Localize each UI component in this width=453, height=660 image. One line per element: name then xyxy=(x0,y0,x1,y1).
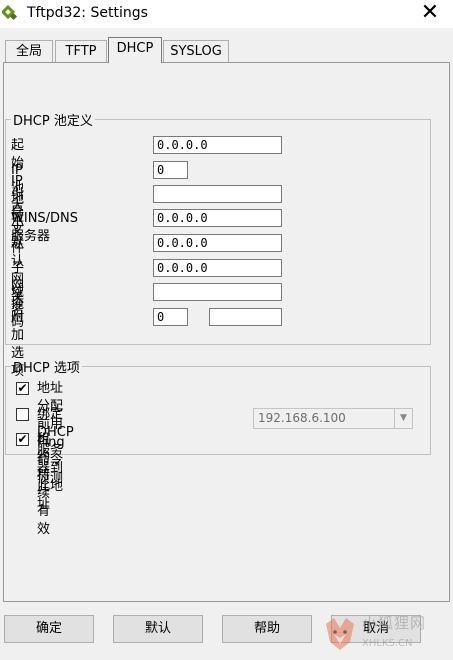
ping-before-assign-checkbox[interactable]: ✔ xyxy=(16,382,29,395)
window-title: Tftpd32: Settings xyxy=(27,5,148,21)
persistent-leases-checkbox[interactable]: ✔ xyxy=(16,433,29,446)
persistent-leases-label: 租约持续有效 xyxy=(37,432,51,537)
bind-server-checkbox[interactable] xyxy=(16,408,29,421)
extra-option-number-field[interactable]: 0 xyxy=(153,308,188,326)
subnet-mask-field[interactable]: 0.0.0.0 xyxy=(153,259,282,277)
default-button[interactable]: 默认 xyxy=(113,615,203,643)
tab-dhcp[interactable]: DHCP xyxy=(108,37,162,63)
chevron-down-icon: ▼ xyxy=(394,409,412,428)
start-ip-field[interactable]: 0.0.0.0 xyxy=(153,136,282,154)
close-button[interactable]: ✕ xyxy=(407,0,453,28)
title-bar: Tftpd32: Settings ✕ xyxy=(0,0,453,28)
tab-global[interactable]: 全局 xyxy=(5,40,53,63)
bind-address-dropdown[interactable]: 192.168.6.100 ▼ xyxy=(253,408,413,429)
pool-size-field[interactable]: 0 xyxy=(153,161,188,179)
cancel-button[interactable]: 取消 xyxy=(331,615,421,643)
extra-option-label: 附加选项 xyxy=(11,310,25,379)
domain-name-field[interactable] xyxy=(153,283,282,301)
ok-button[interactable]: 确定 xyxy=(4,615,94,643)
gateway-field[interactable]: 0.0.0.0 xyxy=(153,234,282,252)
bind-address-value: 192.168.6.100 xyxy=(258,411,346,425)
wins-dns-field[interactable]: 0.0.0.0 xyxy=(153,209,282,227)
boot-file-field[interactable] xyxy=(153,185,282,203)
tab-syslog[interactable]: SYSLOG xyxy=(163,40,229,63)
dhcp-pool-legend: DHCP 池定义 xyxy=(13,114,93,129)
extra-option-value-field[interactable] xyxy=(209,308,282,326)
tab-tftp[interactable]: TFTP xyxy=(55,40,107,63)
app-icon xyxy=(2,5,18,21)
help-button[interactable]: 帮助 xyxy=(222,615,312,643)
